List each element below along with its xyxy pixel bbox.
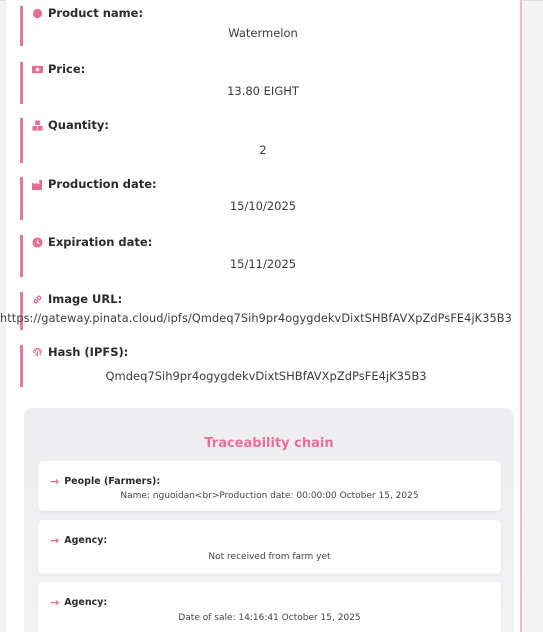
clock-icon	[32, 236, 43, 248]
product-name-value: Watermelon	[228, 26, 298, 40]
factory-icon	[32, 179, 43, 190]
circle-icon	[32, 8, 43, 18]
hash-label: Hash (IPFS):	[48, 345, 129, 359]
traceability-chain-title: Traceability chain	[204, 436, 334, 451]
chain-step-value: Date of sale: 14:16:41 October 15, 2025	[178, 613, 361, 623]
expiration-date-value: 15/11/2025	[229, 257, 297, 271]
hash-field: Hash (IPFS): Qmdeq7Sih9pr4ogygdekvDixtSH…	[20, 345, 520, 387]
arrow-right-icon: →	[50, 596, 60, 609]
chain-step-value: Not received from farm yet	[208, 552, 331, 562]
production-date-value: 15/10/2025	[229, 199, 297, 213]
product-details-card: Product name: Watermelon Price: 13.80 EI…	[0, 0, 522, 632]
chain-step-label: Agency:	[64, 597, 108, 608]
image-url-value[interactable]: https://gateway.pinata.cloud/ipfs/Qmdeq7…	[0, 312, 522, 325]
price-value: 13.80 EIGHT	[227, 84, 299, 98]
price-field: Price: 13.80 EIGHT	[20, 62, 520, 104]
money-icon	[32, 65, 43, 73]
quantity-value: 2	[259, 143, 267, 157]
fingerprint-icon	[32, 347, 43, 357]
product-name-field: Product name: Watermelon	[20, 6, 520, 46]
expiration-date-label: Expiration date:	[48, 235, 153, 249]
arrow-right-icon: →	[50, 475, 60, 488]
production-date-field: Production date: 15/10/2025	[20, 177, 520, 220]
image-url-label: Image URL:	[48, 292, 123, 306]
arrow-right-icon: →	[50, 534, 60, 547]
traceability-chain-panel: Traceability chain → People (Farmers): N…	[24, 408, 514, 632]
chain-step-value: Name: nguoidan<br>Production date: 00:00…	[120, 491, 419, 501]
chain-step: → People (Farmers): Name: nguoidan<br>Pr…	[38, 461, 501, 511]
production-date-label: Production date:	[48, 177, 157, 191]
chain-step-label: Agency:	[64, 535, 108, 546]
quantity-label: Quantity:	[48, 118, 109, 132]
page: Product name: Watermelon Price: 13.80 EI…	[0, 0, 543, 632]
boxes-icon	[32, 119, 43, 131]
price-label: Price:	[48, 62, 86, 76]
hash-value: Qmdeq7Sih9pr4ogygdekvDixtSHBfAVXpZdPsFE4…	[105, 369, 427, 383]
chain-step-label: People (Farmers):	[64, 476, 161, 487]
product-name-label: Product name:	[48, 6, 144, 20]
quantity-field: Quantity: 2	[20, 118, 520, 163]
link-icon	[33, 295, 42, 303]
chain-step: → Agency: Date of sale: 14:16:41 October…	[38, 582, 501, 632]
chain-step: → Agency: Not received from farm yet	[38, 520, 501, 574]
expiration-date-field: Expiration date: 15/11/2025	[20, 235, 520, 277]
